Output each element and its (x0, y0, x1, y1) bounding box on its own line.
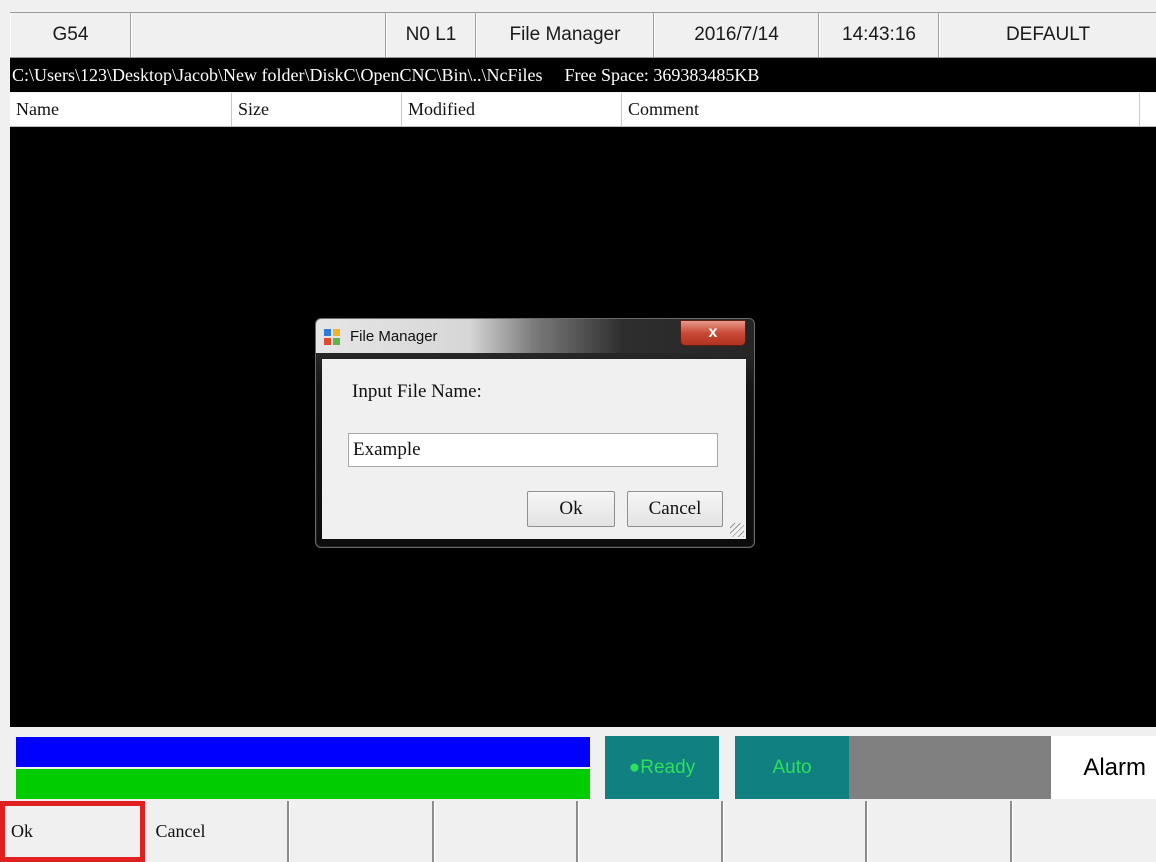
cnc-window: G54 N0 L1 File Manager 2016/7/14 14:43:1… (0, 0, 1156, 862)
status-bar-green (16, 769, 590, 799)
dialog-title: File Manager (350, 328, 438, 345)
file-name-dialog: File Manager x Input File Name: Ok Cance… (315, 318, 755, 548)
current-path: C:\Users\123\Desktop\Jacob\New folder\Di… (12, 64, 543, 85)
app-icon (324, 329, 340, 345)
status-blank (849, 736, 1051, 799)
path-bar: C:\Users\123\Desktop\Jacob\New folder\Di… (10, 58, 1156, 92)
softkey-5[interactable] (578, 801, 723, 862)
program-line: N0 L1 (386, 13, 476, 57)
close-button[interactable]: x (680, 320, 746, 346)
softkey-6[interactable] (722, 801, 867, 862)
ready-status: ●Ready (605, 736, 719, 799)
free-space: Free Space: 369383485KB (564, 64, 760, 85)
status-strip: ●Ready Auto Alarm (10, 731, 1156, 799)
resize-grip-icon[interactable] (730, 523, 744, 537)
input-file-name-label: Input File Name: (352, 381, 482, 402)
close-icon: x (708, 324, 718, 341)
file-name-input[interactable] (348, 433, 718, 467)
softkey-cancel[interactable]: Cancel (144, 801, 289, 862)
column-spacer (1140, 93, 1156, 126)
alarm-indicator[interactable]: Alarm (1051, 736, 1156, 799)
dialog-body: Input File Name: Ok Cancel (322, 359, 746, 539)
column-modified[interactable]: Modified (402, 93, 622, 126)
status-bar-blue (16, 737, 590, 767)
file-list-header: Name Size Modified Comment (10, 93, 1156, 127)
softkey-row: Ok Cancel (0, 801, 1156, 862)
dialog-title-bar[interactable]: File Manager x (316, 319, 754, 353)
column-comment[interactable]: Comment (622, 93, 1140, 126)
softkey-4[interactable] (433, 801, 578, 862)
softkey-8[interactable] (1011, 801, 1156, 862)
coordinate-system: G54 (10, 13, 131, 57)
mode-status: Auto (735, 736, 849, 799)
header-blank-cell (131, 13, 386, 57)
page-title: File Manager (476, 13, 654, 57)
profile-name: DEFAULT (939, 13, 1156, 57)
softkey-ok[interactable]: Ok (0, 801, 145, 862)
header-bar: G54 N0 L1 File Manager 2016/7/14 14:43:1… (10, 12, 1156, 58)
softkey-3[interactable] (289, 801, 434, 862)
dialog-ok-button[interactable]: Ok (527, 491, 615, 527)
column-size[interactable]: Size (232, 93, 402, 126)
softkey-7[interactable] (867, 801, 1012, 862)
time-display: 14:43:16 (819, 13, 939, 57)
column-name[interactable]: Name (10, 93, 232, 126)
date-display: 2016/7/14 (654, 13, 819, 57)
dialog-cancel-button[interactable]: Cancel (627, 491, 723, 527)
